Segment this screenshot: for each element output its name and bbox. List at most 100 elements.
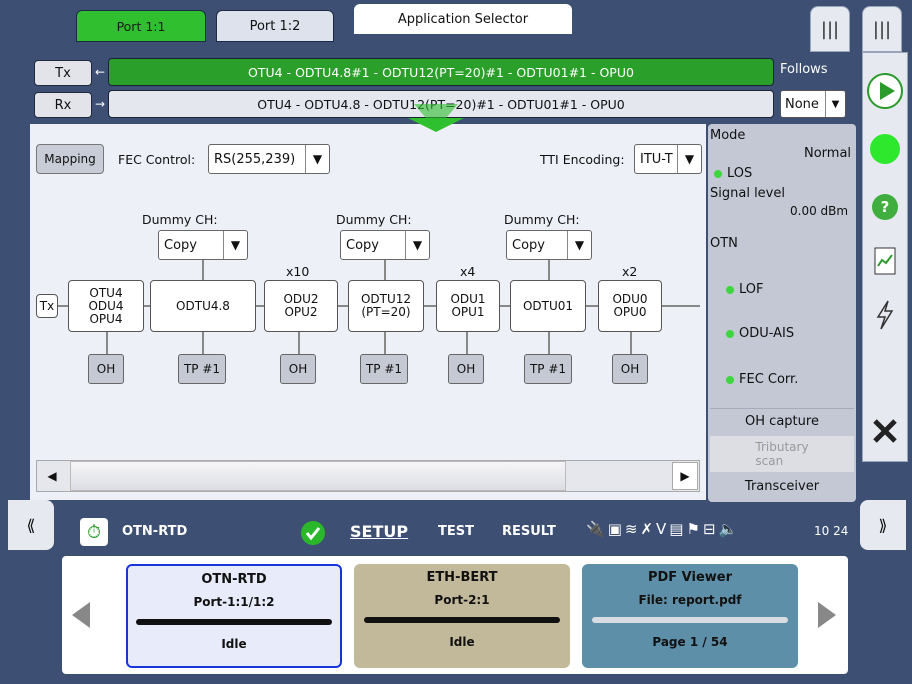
oh-label: OH — [456, 362, 476, 376]
tp-button-odtu4-8[interactable]: TP #1 — [178, 354, 226, 384]
connector — [384, 260, 386, 280]
follows-label: Follows — [780, 62, 828, 77]
node-odu0[interactable]: ODU0 OPU0 — [598, 280, 662, 332]
node-line: ODTU4.8 — [176, 298, 230, 313]
tab-port-1-2[interactable]: Port 1:2 — [216, 10, 334, 42]
node-line: OTU4 — [89, 285, 123, 300]
transceiver-button[interactable]: Transceiver — [710, 474, 854, 500]
clock: 10 24 — [814, 524, 849, 538]
tx-signal-path[interactable]: OTU4 - ODTU4.8#1 - ODTU12(PT=20)#1 - ODT… — [108, 58, 774, 86]
application-selector-tab[interactable]: Application Selector — [354, 4, 572, 34]
tx-arrow-icon: ← — [94, 65, 106, 79]
scroll-left-icon[interactable]: ◀ — [38, 462, 66, 490]
test-tab[interactable]: TEST — [438, 524, 474, 539]
follows-select-value: None — [785, 96, 819, 112]
rx-button[interactable]: Rx — [34, 92, 92, 118]
chevron-right-icon — [818, 602, 836, 628]
follows-select[interactable]: None ▼ — [780, 90, 846, 118]
connector — [466, 332, 468, 354]
tp-button-odtu01[interactable]: TP #1 — [524, 354, 572, 384]
node-line: OPU0 — [613, 305, 647, 319]
app-card-otn-rtd[interactable]: OTN-RTD Port-1:1/1:2 Idle — [126, 564, 342, 668]
tx-button[interactable]: Tx — [34, 60, 92, 86]
chevron-down-icon: ▼ — [677, 145, 701, 173]
collapse-right-button[interactable]: ⟫ — [860, 500, 906, 550]
los-indicator: LOS — [714, 166, 752, 181]
node-odu2[interactable]: ODU2 OPU2 — [264, 280, 338, 332]
start-button[interactable] — [862, 66, 908, 116]
mapping-button[interactable]: Mapping — [36, 144, 104, 174]
node-odu1[interactable]: ODU1 OPU1 — [436, 280, 500, 332]
battery-icon: ▣ — [607, 520, 625, 538]
dummy-ch-select-3[interactable]: Copy ▼ — [506, 230, 592, 260]
status-led-icon — [870, 134, 900, 164]
chevron-down-icon: ▼ — [405, 231, 429, 259]
diagram-tx-node[interactable]: Tx — [36, 294, 58, 318]
inject-button[interactable] — [862, 290, 908, 340]
connector — [202, 332, 204, 354]
apps-prev-button[interactable] — [70, 600, 92, 630]
timer-icon[interactable]: ⏱ — [80, 518, 108, 546]
app-card-status: Page 1 / 54 — [652, 635, 728, 649]
fec-control-label: FEC Control: — [118, 152, 196, 167]
node-otu4[interactable]: OTU4 ODU4 OPU4 — [68, 280, 144, 332]
oh-button-odu1[interactable]: OH — [448, 354, 484, 384]
collapse-left-button[interactable]: ⟪ — [8, 500, 54, 550]
transceiver-label: Transceiver — [744, 479, 820, 494]
app-card-pdf-viewer[interactable]: PDF Viewer File: report.pdf Page 1 / 54 — [582, 564, 798, 668]
tx-button-label: Tx — [55, 65, 71, 81]
apps-next-button[interactable] — [816, 600, 838, 630]
speaker-icon: 🔈 — [718, 520, 741, 538]
oh-capture-button[interactable]: OH capture — [710, 408, 854, 434]
panel-tab-1[interactable]: ||| — [810, 6, 850, 52]
chevron-down-icon: ▼ — [305, 145, 329, 173]
connector — [630, 332, 632, 354]
dummy-ch-label: Dummy CH: — [336, 212, 412, 227]
help-button[interactable]: ? — [862, 182, 908, 232]
mapping-button-label: Mapping — [44, 152, 96, 166]
panel-tab-2[interactable]: ||| — [862, 6, 902, 52]
setup-tab[interactable]: SETUP — [350, 522, 408, 541]
tti-encoding-select[interactable]: ITU-T ▼ — [634, 144, 702, 174]
lightning-icon — [876, 300, 894, 330]
node-odtu4-8[interactable]: ODTU4.8 — [150, 280, 256, 332]
report-button[interactable] — [862, 236, 908, 286]
tti-encoding-label: TTI Encoding: — [540, 152, 625, 167]
status-led — [862, 124, 908, 174]
close-button[interactable] — [862, 406, 908, 456]
scrollbar-thumb[interactable] — [70, 461, 566, 491]
tributary-scan-button[interactable]: Tributary scan — [710, 436, 854, 472]
node-odtu12[interactable]: ODTU12 (PT=20) — [348, 280, 424, 332]
fec-corr-label: FEC Corr. — [739, 372, 799, 387]
chevron-down-icon: ▼ — [825, 91, 845, 117]
grip-icon: ||| — [820, 18, 840, 40]
rx-button-label: Rx — [54, 97, 72, 113]
bluetooth-icon: ✗ — [640, 520, 657, 538]
app-card-eth-bert[interactable]: ETH-BERT Port-2:1 Idle — [354, 564, 570, 668]
tab-port-1-1[interactable]: Port 1:1 — [76, 10, 206, 42]
fec-corr-indicator: FEC Corr. — [726, 372, 798, 387]
tp-label: TP #1 — [529, 362, 567, 376]
close-icon — [873, 419, 897, 443]
tp-button-odtu12[interactable]: TP #1 — [360, 354, 408, 384]
dummy-ch-select-2[interactable]: Copy ▼ — [340, 230, 430, 260]
result-tab[interactable]: RESULT — [502, 524, 556, 539]
report-icon — [874, 247, 896, 275]
diagram-tx-label: Tx — [39, 298, 55, 313]
fec-control-select[interactable]: RS(255,239) ▼ — [208, 144, 330, 174]
double-chevron-left-icon: ⟪ — [26, 515, 36, 535]
oh-button-odu2[interactable]: OH — [280, 354, 316, 384]
tributary-scan-label: Tributary scan — [755, 440, 809, 468]
scroll-right-icon[interactable]: ▶ — [672, 462, 698, 490]
lof-indicator: LOF — [726, 282, 764, 297]
dummy-ch-select-1[interactable]: Copy ▼ — [158, 230, 248, 260]
led-icon — [726, 285, 734, 294]
system-tray-icons: 🔌▣≋✗V▤⚑⊟🔈 — [586, 520, 740, 538]
node-odtu01[interactable]: ODTU01 — [510, 280, 586, 332]
dummy-ch-label: Dummy CH: — [142, 212, 218, 227]
oh-button-otu4[interactable]: OH — [88, 354, 124, 384]
tab-port-1-2-label: Port 1:2 — [249, 18, 301, 34]
rx-arrow-icon: → — [94, 97, 106, 111]
signal-level-label: Signal level — [710, 186, 785, 201]
oh-button-odu0[interactable]: OH — [612, 354, 648, 384]
